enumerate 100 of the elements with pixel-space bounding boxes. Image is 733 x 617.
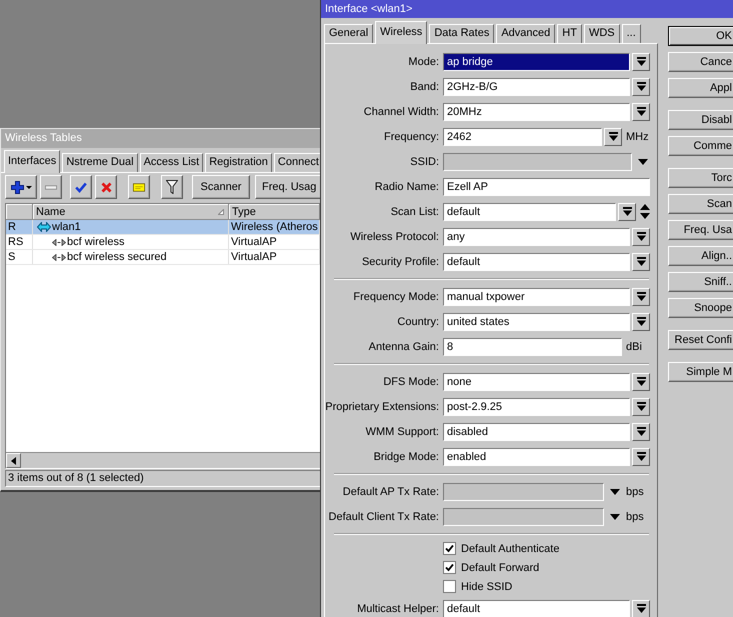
dropdown-button[interactable] — [618, 202, 636, 220]
dropdown-field[interactable]: 2462 — [443, 128, 602, 146]
table-cell: VirtualAP — [231, 251, 277, 263]
enable-button[interactable] — [70, 175, 92, 199]
dropdown-field[interactable]: united states — [443, 312, 630, 330]
dialog-button[interactable]: Simple M — [668, 362, 733, 382]
checkbox[interactable] — [443, 580, 456, 593]
column-header[interactable]: Name — [33, 204, 229, 219]
sort-icon — [218, 208, 224, 214]
unit-label: bps — [626, 510, 645, 522]
dropdown-arrow-icon — [636, 604, 646, 613]
dropdown-field[interactable]: 2GHz-B/G — [443, 78, 630, 96]
tab[interactable]: Nstreme Dual — [62, 153, 138, 172]
table-row[interactable]: S bcf wireless secured VirtualAP — [6, 250, 320, 265]
dialog-button[interactable]: Sniff.. — [668, 272, 733, 292]
dropdown-arrow-icon[interactable] — [610, 514, 620, 520]
dropdown-button[interactable] — [632, 448, 650, 466]
text-field[interactable]: Ezell AP — [443, 178, 650, 196]
remove-button[interactable] — [40, 175, 62, 199]
tab[interactable]: General — [324, 24, 374, 43]
dropdown-arrow-icon — [636, 232, 646, 241]
tab[interactable]: Registration — [205, 153, 272, 172]
disable-button[interactable] — [95, 175, 117, 199]
field-label: Bridge Mode: — [374, 450, 439, 462]
dropdown-button[interactable] — [632, 78, 650, 96]
dialog-button[interactable]: Scan — [668, 194, 733, 214]
dropdown-button[interactable] — [632, 600, 650, 617]
horizontal-scrollbar[interactable] — [6, 452, 320, 468]
toolbar-button[interactable]: Scanner — [192, 175, 250, 199]
minus-icon — [45, 184, 57, 190]
dropdown-field[interactable]: default — [443, 600, 630, 617]
table-cell: RS — [8, 236, 24, 248]
dropdown-field[interactable]: 20MHz — [443, 102, 630, 120]
dropdown-field[interactable]: disabled — [443, 422, 630, 440]
dialog-button[interactable]: Disabl — [668, 110, 733, 130]
dropdown-field[interactable]: manual txpower — [443, 288, 630, 306]
tab[interactable]: Access List — [140, 153, 204, 172]
tab[interactable]: Advanced — [496, 24, 556, 43]
dropdown-button[interactable] — [632, 252, 650, 270]
table-row[interactable]: RS bcf wireless VirtualAP — [6, 235, 320, 250]
dropdown-field[interactable]: none — [443, 372, 630, 390]
dropdown-field[interactable]: enabled — [443, 448, 630, 466]
dropdown-button[interactable] — [632, 422, 650, 440]
unit-label: dBi — [626, 340, 643, 352]
caret-icon — [26, 186, 32, 188]
left-arrow-icon — [11, 456, 16, 464]
dropdown-button[interactable] — [632, 52, 650, 70]
dropdown-button[interactable] — [632, 228, 650, 246]
dropdown-arrow-icon — [636, 82, 646, 91]
field-label: Default Client Tx Rate: — [328, 510, 439, 522]
dialog-button[interactable]: OK — [668, 26, 733, 46]
dropdown-button[interactable] — [632, 398, 650, 416]
up-down-arrows-icon[interactable] — [640, 204, 650, 219]
checkbox[interactable] — [443, 542, 456, 555]
dropdown-arrow-icon — [636, 452, 646, 461]
toolbar-button[interactable]: Freq. Usag — [255, 175, 320, 199]
dialog-button[interactable]: Freq. Usa — [668, 220, 733, 240]
dropdown-arrow-icon — [636, 107, 646, 116]
field-label: Mode: — [408, 56, 439, 68]
dialog-button[interactable]: Comme — [668, 136, 733, 156]
text-field[interactable]: 8 — [443, 338, 622, 356]
tab[interactable]: Wireless — [375, 21, 428, 44]
dropdown-field[interactable]: any — [443, 228, 630, 246]
dialog-button[interactable]: Appl — [668, 78, 733, 98]
cross-icon — [100, 182, 112, 192]
dropdown-arrow-icon — [608, 132, 618, 141]
dropdown-button[interactable] — [632, 372, 650, 390]
dropdown-arrow-icon[interactable] — [638, 158, 648, 164]
dropdown-button[interactable] — [632, 312, 650, 330]
comment-button[interactable] — [128, 175, 150, 199]
tab[interactable]: Interfaces — [4, 150, 60, 173]
dialog-button[interactable]: Reset Confi — [668, 330, 733, 350]
dropdown-field[interactable]: post-2.9.25 — [443, 398, 630, 416]
dropdown-field[interactable]: ap bridge — [443, 52, 630, 70]
add-button[interactable] — [5, 175, 37, 199]
filter-button[interactable] — [161, 175, 183, 199]
dropdown-button[interactable] — [604, 128, 622, 146]
dialog-button[interactable]: Torc — [668, 168, 733, 188]
tab[interactable]: ... — [622, 24, 641, 43]
note-icon — [133, 182, 145, 192]
tab[interactable]: WDS — [584, 24, 620, 43]
dialog-button[interactable]: Snoope — [668, 298, 733, 318]
dropdown-button[interactable] — [632, 102, 650, 120]
scroll-left-button[interactable] — [6, 453, 21, 468]
checkbox-label: Default Forward — [461, 562, 540, 574]
table-row[interactable]: R wlan1 Wireless (Atheros — [6, 220, 320, 235]
tab[interactable]: Data Rates — [429, 24, 494, 43]
dropdown-field[interactable]: default — [443, 252, 630, 270]
tab[interactable]: Connect — [274, 153, 320, 172]
dialog-button[interactable]: Cance — [668, 52, 733, 72]
table-cell: VirtualAP — [231, 236, 277, 248]
field-label: Antenna Gain: — [368, 340, 439, 352]
dropdown-button[interactable] — [632, 288, 650, 306]
dropdown-arrow-icon[interactable] — [610, 488, 620, 494]
tab[interactable]: HT — [557, 24, 582, 43]
dialog-button[interactable]: Align.. — [668, 246, 733, 266]
checkbox[interactable] — [443, 561, 456, 574]
dropdown-arrow-icon — [636, 257, 646, 266]
window-title: Interface <wlan1> — [321, 0, 733, 18]
dropdown-field[interactable]: default — [443, 202, 616, 220]
